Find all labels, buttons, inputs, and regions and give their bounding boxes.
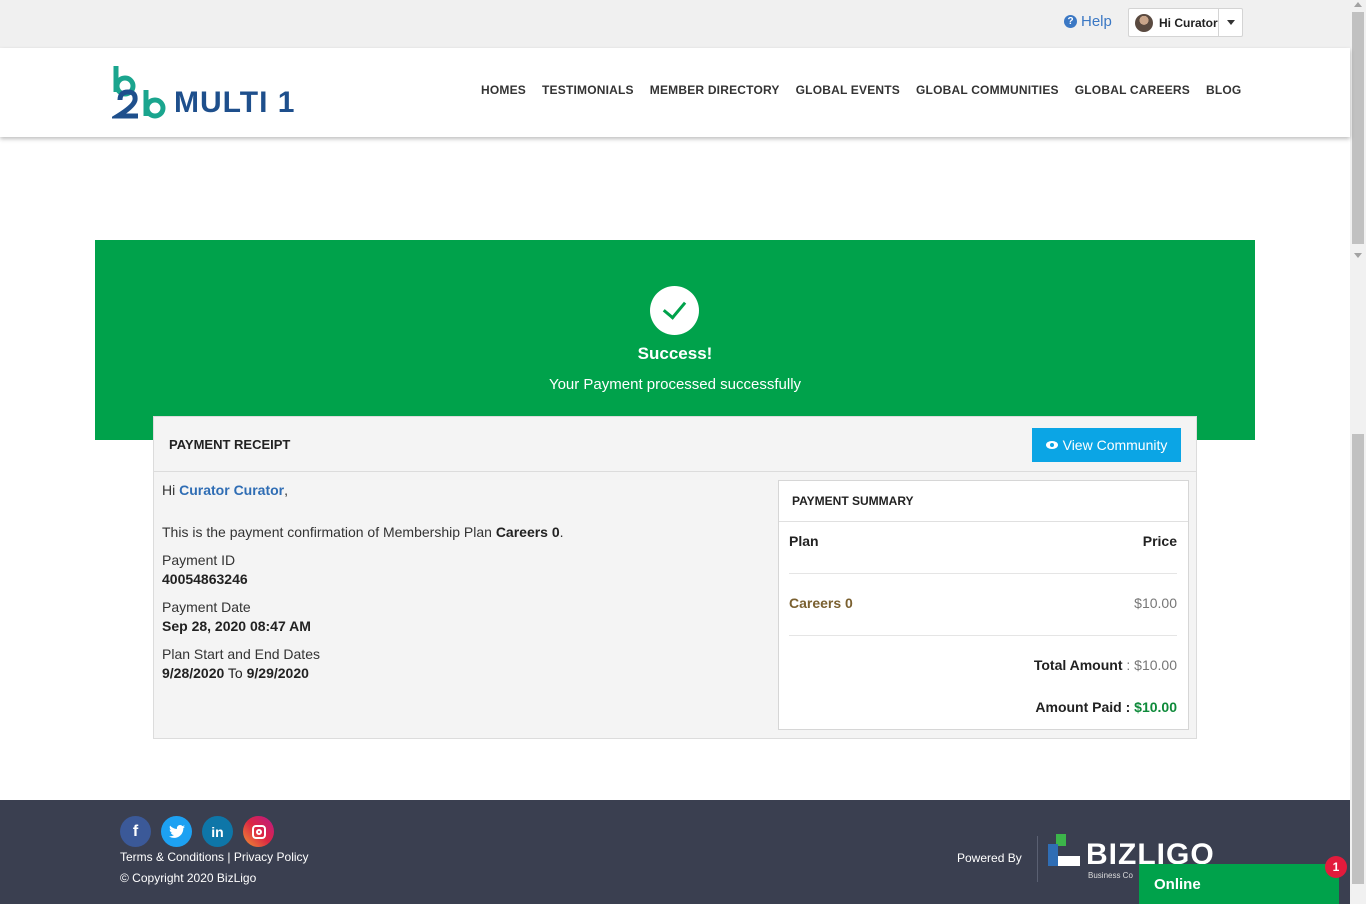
total-value: $10.00 — [1134, 657, 1177, 673]
link-separator: | — [224, 850, 234, 864]
col-plan: Plan — [789, 533, 819, 549]
site-logo[interactable]: MULTI 1 — [112, 64, 295, 120]
summary-divider — [789, 573, 1177, 574]
top-utility-bar: ? Help Hi Curator — [0, 0, 1350, 48]
powered-by-label: Powered By — [957, 851, 1022, 865]
bizligo-mark-icon — [1048, 834, 1080, 868]
greeting-prefix: Hi — [162, 482, 180, 498]
scroll-up-icon[interactable] — [1354, 2, 1362, 7]
nav-item-member-directory[interactable]: MEMBER DIRECTORY — [650, 83, 780, 97]
site-header: MULTI 1 HOMES TESTIMONIALS MEMBER DIRECT… — [0, 48, 1350, 137]
twitter-icon[interactable] — [161, 816, 192, 847]
payment-id-value: 40054863246 — [162, 571, 248, 587]
linkedin-icon[interactable]: in — [202, 816, 233, 847]
view-community-label: View Community — [1062, 437, 1168, 453]
facebook-icon[interactable]: f — [120, 816, 151, 847]
view-community-button[interactable]: View Community — [1032, 428, 1181, 462]
eye-icon — [1045, 441, 1058, 449]
summary-plan-row: Careers 0 $10.00 — [789, 595, 1177, 611]
nav-item-homes[interactable]: HOMES — [481, 83, 526, 97]
nav-item-global-communities[interactable]: GLOBAL COMMUNITIES — [916, 83, 1059, 97]
receipt-title: PAYMENT RECEIPT — [169, 437, 291, 452]
logo-text: MULTI 1 — [174, 86, 296, 119]
bizligo-subtitle: Business Co — [1088, 871, 1133, 880]
online-chat-widget[interactable]: Online 1 — [1139, 856, 1347, 904]
main-nav: HOMES TESTIMONIALS MEMBER DIRECTORY GLOB… — [481, 83, 1241, 97]
chevron-down-icon[interactable] — [1218, 9, 1242, 36]
plan-name: Careers 0 — [495, 524, 560, 540]
notification-badge: 1 — [1325, 856, 1347, 878]
instagram-glyph — [251, 824, 266, 839]
summary-plan-name: Careers 0 — [789, 595, 853, 611]
col-price: Price — [1142, 533, 1177, 549]
summary-divider-2 — [789, 635, 1177, 636]
paid-label: Amount Paid : — [1035, 699, 1135, 715]
nav-item-blog[interactable]: BLOG — [1206, 83, 1241, 97]
success-banner: Success! Your Payment processed successf… — [95, 240, 1255, 440]
plan-dates-value: 9/28/2020 To 9/29/2020 — [162, 665, 762, 681]
total-label: Total Amount — [1033, 657, 1123, 673]
footer-divider — [1037, 836, 1038, 882]
social-links: f in — [120, 816, 274, 847]
scroll-down-icon[interactable] — [1354, 253, 1362, 258]
summary-plan-price: $10.00 — [1134, 595, 1177, 611]
to-word: To — [224, 665, 247, 681]
receipt-details: Hi Curator Curator, This is the payment … — [162, 482, 762, 681]
summary-header-row: Plan Price — [789, 533, 1177, 549]
receipt-header: PAYMENT RECEIPT View Community — [154, 417, 1196, 472]
privacy-link[interactable]: Privacy Policy — [234, 850, 309, 864]
footer-links: Terms & Conditions | Privacy Policy — [120, 850, 309, 864]
payment-summary-box: PAYMENT SUMMARY Plan Price Careers 0 $10… — [778, 480, 1189, 730]
greeting: Hi Curator Curator, — [162, 482, 762, 498]
payment-receipt-card: PAYMENT RECEIPT View Community Hi Curato… — [153, 416, 1197, 739]
copyright: © Copyright 2020 BizLigo — [120, 871, 257, 885]
plan-end-date: 9/29/2020 — [246, 665, 309, 681]
user-menu-button[interactable]: Hi Curator — [1128, 8, 1243, 37]
payment-date-value: Sep 28, 2020 08:47 AM — [162, 618, 311, 634]
b2b-logo-icon — [112, 66, 166, 119]
nav-item-global-careers[interactable]: GLOBAL CAREERS — [1075, 83, 1190, 97]
scrollbar-thumb[interactable] — [1352, 12, 1364, 244]
total-amount-row: Total Amount : $10.00 — [789, 657, 1177, 673]
summary-title: PAYMENT SUMMARY — [779, 481, 1188, 522]
payment-id-label: Payment ID — [162, 552, 236, 568]
paid-value: $10.00 — [1134, 699, 1177, 715]
help-label: Help — [1081, 13, 1112, 30]
total-sep: : — [1122, 657, 1135, 673]
terms-link[interactable]: Terms & Conditions — [120, 850, 224, 864]
amount-paid-row: Amount Paid : $10.00 — [789, 699, 1177, 715]
instagram-icon[interactable] — [243, 816, 274, 847]
confirm-suffix: . — [559, 524, 564, 540]
nav-item-global-events[interactable]: GLOBAL EVENTS — [796, 83, 900, 97]
page-scrollbar[interactable] — [1350, 0, 1366, 904]
nav-item-testimonials[interactable]: TESTIMONIALS — [542, 83, 634, 97]
user-name-link[interactable]: Curator Curator — [179, 482, 284, 498]
success-title: Success! — [637, 344, 713, 363]
success-message: Your Payment processed successfully — [548, 376, 802, 393]
plan-start-date: 9/28/2020 — [162, 665, 225, 681]
payment-date-label: Payment Date — [162, 599, 251, 615]
scrollbar-thumb-lower[interactable] — [1352, 434, 1364, 884]
plan-dates-label: Plan Start and End Dates — [162, 646, 320, 662]
confirmation-text: This is the payment confirmation of Memb… — [162, 524, 762, 540]
confirm-prefix: This is the payment confirmation of Memb… — [162, 524, 496, 540]
online-label: Online — [1154, 875, 1201, 893]
help-link[interactable]: ? Help — [1064, 13, 1112, 30]
avatar — [1135, 13, 1153, 32]
check-icon — [650, 286, 699, 335]
user-greeting: Hi Curator — [1159, 15, 1218, 30]
question-icon: ? — [1064, 15, 1077, 28]
greeting-suffix: , — [284, 482, 289, 498]
